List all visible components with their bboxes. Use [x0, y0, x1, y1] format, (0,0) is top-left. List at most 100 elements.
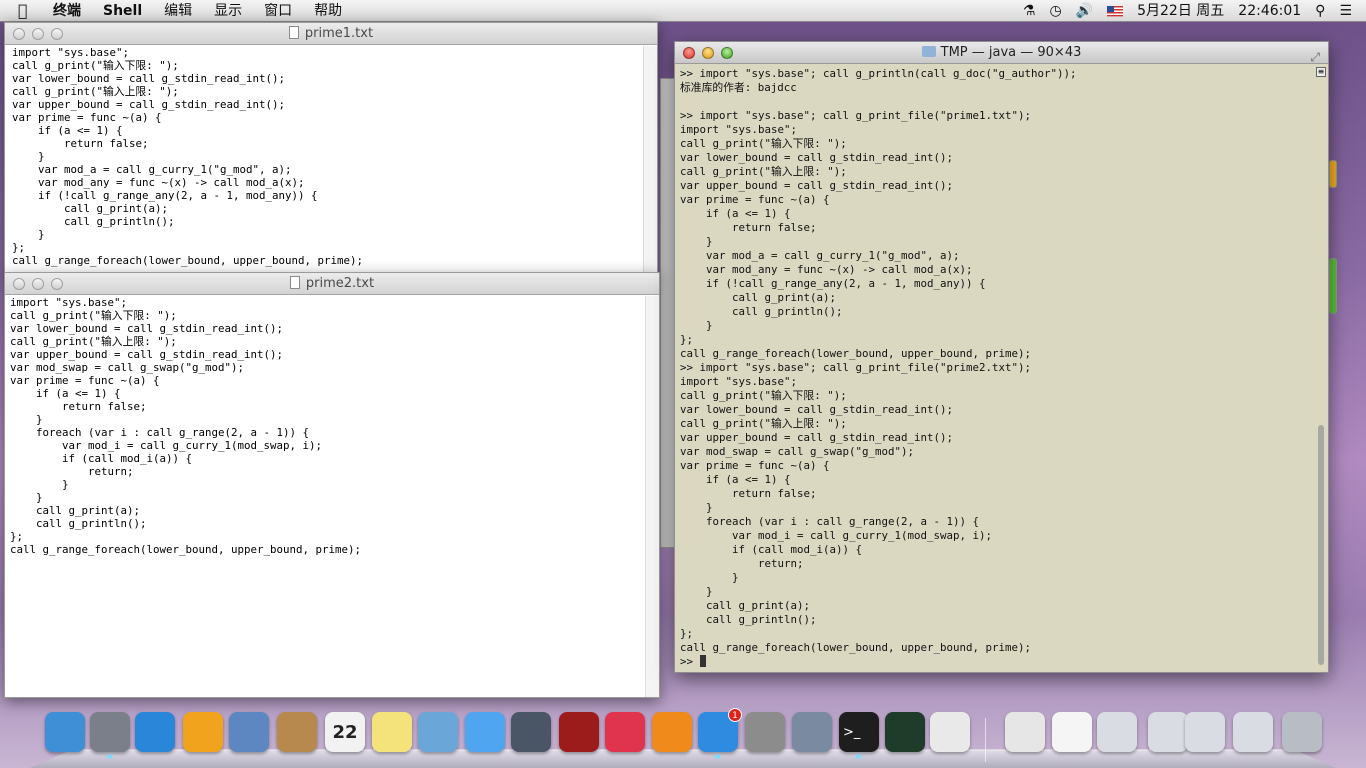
input-source-flag-icon[interactable]	[1107, 0, 1124, 22]
dock: 22 1 >_	[30, 708, 1336, 768]
menu-shell[interactable]: Shell	[92, 0, 153, 22]
close-button[interactable]	[683, 47, 695, 59]
photobooth-icon[interactable]	[559, 712, 599, 752]
text-line: if (a <= 1) {	[10, 387, 121, 400]
notes-icon[interactable]	[372, 712, 412, 752]
text-line: if (a <= 1) {	[680, 473, 791, 486]
activity-monitor-icon[interactable]	[885, 712, 925, 752]
text-line: return;	[680, 557, 804, 570]
text-line: var prime = func ~(a) {	[12, 111, 162, 124]
evernote-status-icon[interactable]: ⚗	[1023, 0, 1036, 22]
menu-edit[interactable]: 编辑	[153, 0, 203, 22]
menu-terminal[interactable]: 终端	[42, 0, 92, 22]
screen-stack-icon[interactable]	[1233, 712, 1273, 752]
minimize-button[interactable]	[702, 47, 714, 59]
prompt-line[interactable]: >>	[680, 655, 1314, 669]
text-line: var lower_bound = call g_stdin_read_int(…	[680, 403, 954, 416]
text-line: var mod_any = func ~(x) -> call mod_a(x)…	[680, 263, 973, 276]
document-icon[interactable]	[1052, 712, 1092, 752]
menu-clock[interactable]: 22:46:01	[1238, 0, 1301, 22]
screenshot-stack-icon[interactable]	[1097, 712, 1137, 752]
spotlight-search-icon[interactable]: ⚲	[1315, 0, 1325, 22]
window-controls	[683, 47, 733, 59]
text-line: var mod_i = call g_curry_1(mod_swap, i);	[10, 439, 323, 452]
text-line: }	[12, 228, 45, 241]
launchpad-icon[interactable]	[90, 712, 130, 758]
text-line: import "sys.base";	[12, 46, 130, 59]
vertical-scrollbar[interactable]: ≡	[1314, 65, 1328, 672]
cloud-icon[interactable]	[183, 712, 223, 752]
text-line: call g_print("输入上限: ");	[10, 335, 177, 348]
scrollbar-thumb[interactable]	[1318, 425, 1324, 665]
menu-date[interactable]: 5月22日 周五	[1137, 0, 1224, 22]
notification-badge: 1	[728, 708, 742, 722]
vertical-scrollbar[interactable]	[643, 46, 657, 276]
zoom-button[interactable]	[721, 47, 733, 59]
facetime-icon[interactable]	[511, 712, 551, 752]
iphoto-icon[interactable]	[792, 712, 832, 752]
ibooks-icon[interactable]	[652, 712, 692, 752]
menu-window[interactable]: 窗口	[253, 0, 303, 22]
menu-bar:  终端 Shell 编辑 显示 窗口 帮助 ⚗ ◷ 🔊 5月22日 周五 22…	[0, 0, 1366, 22]
mail-icon[interactable]	[229, 712, 269, 752]
text-line: import "sys.base";	[680, 123, 798, 136]
menu-help[interactable]: 帮助	[303, 0, 353, 22]
contacts-icon[interactable]	[277, 712, 317, 752]
vertical-scrollbar[interactable]	[645, 296, 659, 697]
terminal-icon[interactable]: >_	[839, 712, 879, 758]
notification-center-icon[interactable]: ☰	[1339, 0, 1352, 22]
text-line: call g_println();	[12, 215, 175, 228]
text-line: }	[680, 585, 713, 598]
apple-menu-icon[interactable]: 	[18, 1, 42, 20]
safari-icon[interactable]	[135, 712, 175, 752]
text-line: var lower_bound = call g_stdin_read_int(…	[680, 151, 954, 164]
titlebar[interactable]: prime2.txt	[5, 273, 659, 295]
trash-icon[interactable]	[1282, 712, 1322, 752]
volume-icon[interactable]: 🔊	[1076, 0, 1093, 22]
text-line: }	[10, 491, 43, 504]
dock-shelf	[30, 749, 1336, 768]
text-line: var prime = func ~(a) {	[680, 193, 830, 206]
titlebar[interactable]: TMP — java — 90×43 ⤢	[675, 42, 1328, 64]
calendar-icon[interactable]: 22	[325, 712, 365, 752]
zoom-button[interactable]	[51, 28, 63, 40]
messages-icon[interactable]	[465, 712, 505, 752]
window-controls	[13, 28, 63, 40]
text-area[interactable]: import "sys.base"; call g_print("输入下限: ")…	[5, 296, 645, 697]
close-button[interactable]	[13, 28, 25, 40]
text-area[interactable]: import "sys.base"; call g_print("输入下限: ")…	[5, 46, 643, 276]
downloads-stack-icon[interactable]	[1148, 712, 1188, 752]
minimize-button[interactable]	[32, 278, 44, 290]
zoom-button[interactable]	[51, 278, 63, 290]
text-line: return false;	[680, 487, 817, 500]
text-line: call g_print(a);	[10, 504, 141, 517]
text-line: >> import "sys.base"; call g_print_file(…	[680, 361, 1032, 374]
text-line: }	[680, 571, 739, 584]
text-line: var prime = func ~(a) {	[680, 459, 830, 472]
text-line: var mod_a = call g_curry_1("g_mod", a);	[680, 249, 960, 262]
text-line: var upper_bound = call g_stdin_read_int(…	[12, 98, 286, 111]
text-line: if (a <= 1) {	[12, 124, 123, 137]
text-line: }	[680, 319, 713, 332]
text-line: call g_print(a);	[12, 202, 169, 215]
terminal-output[interactable]: >> import "sys.base"; call g_println(cal…	[675, 65, 1314, 672]
text-line: if (!call g_range_any(2, a - 1, mod_any)…	[680, 277, 986, 290]
titlebar[interactable]: prime1.txt	[5, 23, 657, 45]
split-pane-icon[interactable]: ≡	[1316, 67, 1326, 77]
text-line: call g_range_foreach(lower_bound, upper_…	[12, 254, 364, 267]
time-machine-icon[interactable]: ◷	[1049, 0, 1061, 22]
system-preferences-icon[interactable]	[745, 712, 785, 752]
itunes-icon[interactable]	[605, 712, 645, 752]
close-button[interactable]	[13, 278, 25, 290]
minimize-button[interactable]	[32, 28, 44, 40]
text-line: foreach (var i : call g_range(2, a - 1))…	[680, 515, 980, 528]
text-cursor	[699, 655, 706, 667]
appstore-icon[interactable]: 1	[698, 708, 742, 758]
menu-view[interactable]: 显示	[203, 0, 253, 22]
zip-file-icon[interactable]	[1005, 712, 1045, 752]
preview-icon[interactable]	[418, 712, 458, 752]
text-line: >> import "sys.base"; call g_print_file(…	[680, 109, 1032, 122]
textedit-icon[interactable]	[930, 712, 970, 752]
window-stack-icon[interactable]	[1185, 712, 1225, 752]
finder-icon[interactable]	[45, 712, 85, 752]
